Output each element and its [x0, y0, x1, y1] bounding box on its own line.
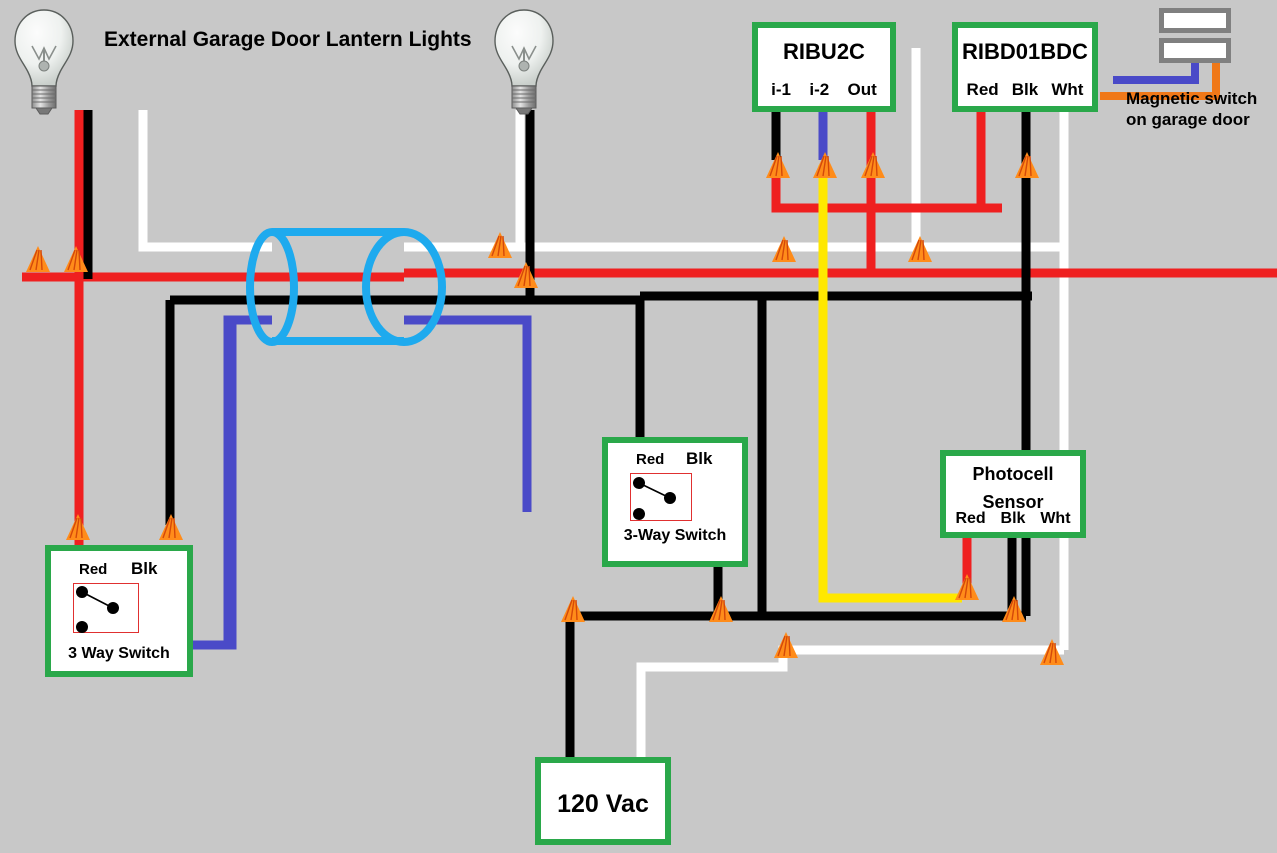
ribd01bdc-label: RIBD01BDC	[962, 39, 1088, 64]
sw1-caption: 3 Way Switch	[68, 645, 170, 662]
ribd01bdc-terminals: Red Blk Wht	[958, 80, 1092, 100]
terminal-out: Out	[847, 80, 877, 99]
magnetic-switch-label: Magnetic switch on garage door	[1126, 88, 1277, 131]
diagram-title: External Garage Door Lantern Lights	[104, 28, 472, 51]
wire-layer	[22, 48, 1277, 757]
terminal-wht: Wht	[1051, 80, 1084, 99]
relay-box-ribu2c[interactable]: RIBU2C i-1 i-2 Out	[752, 22, 896, 112]
ribu2c-terminals: i-1 i-2 Out	[758, 80, 890, 100]
photocell-terminals: Red Blk Wht	[946, 510, 1080, 528]
terminal-i2: i-2	[809, 80, 830, 99]
photocell-label-line2: Sensor	[982, 491, 1044, 512]
magnetic-switch[interactable]	[1159, 8, 1231, 66]
photocell-terminal-blk: Blk	[1000, 510, 1026, 527]
photocell-label-line1: Photocell	[972, 464, 1054, 484]
photocell-terminal-red: Red	[955, 510, 986, 527]
magnetic-switch-label-line1: Magnetic switch	[1126, 89, 1258, 108]
terminal-i1: i-1	[771, 80, 792, 99]
magnetic-switch-reed	[1159, 38, 1231, 63]
sw2-caption: 3-Way Switch	[623, 527, 727, 544]
wiring-diagram-canvas: External Garage Door Lantern Lights RIBU…	[0, 0, 1277, 853]
terminal-red: Red	[966, 80, 999, 99]
power-supply-box[interactable]: 120 Vac	[535, 757, 671, 845]
magnetic-switch-magnet	[1159, 8, 1231, 33]
three-way-switch-1[interactable]: Red Blk 3 Way Switch	[45, 545, 193, 677]
terminal-blk: Blk	[1011, 80, 1039, 99]
magnetic-switch-label-line2: on garage door	[1126, 110, 1250, 130]
three-way-switch-2[interactable]: Red Blk 3-Way Switch	[602, 437, 748, 567]
photocell-terminal-wht: Wht	[1040, 510, 1071, 527]
supply-label: 120 Vac	[557, 790, 649, 818]
sw2-contacts-icon	[633, 477, 676, 520]
relay-box-ribd01bdc[interactable]: RIBD01BDC Red Blk Wht	[952, 22, 1098, 112]
photocell-sensor-box[interactable]: Photocell Sensor Red Blk Wht	[940, 450, 1086, 538]
left-lantern-bulb-icon	[14, 9, 74, 115]
sw1-contacts-icon	[76, 586, 119, 633]
ribu2c-label: RIBU2C	[783, 39, 865, 64]
right-lantern-bulb-icon	[494, 9, 554, 115]
